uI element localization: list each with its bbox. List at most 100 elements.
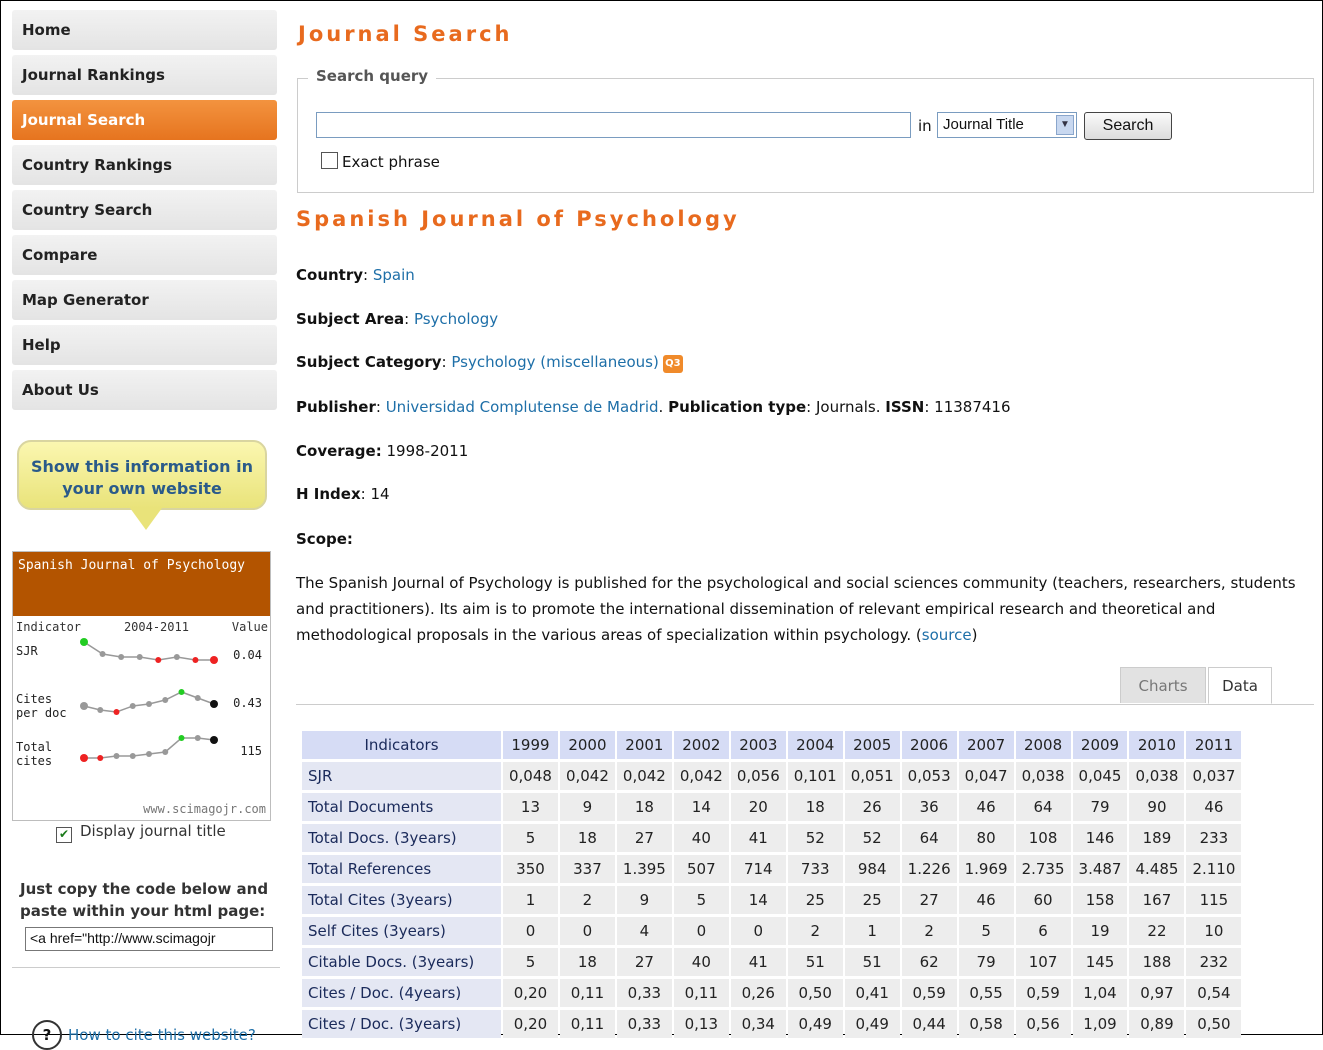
journal-title: Spanish Journal of Psychology: [296, 207, 740, 231]
copy-line-2: paste within your html page:: [20, 902, 266, 920]
table-cell: 1: [844, 917, 900, 945]
sparkline-point: [210, 656, 218, 664]
nav-item-help[interactable]: Help: [12, 325, 277, 365]
table-cell: 108: [1015, 824, 1071, 852]
table-header-year: 2008: [1015, 731, 1071, 759]
checkbox-checked-icon[interactable]: ✔: [56, 827, 72, 843]
table-cell: 22: [1129, 917, 1185, 945]
table-cell: 1.969: [958, 855, 1014, 883]
table-cell: 3.487: [1072, 855, 1128, 883]
nav-item-country-search[interactable]: Country Search: [12, 190, 277, 230]
nav-item-about-us[interactable]: About Us: [12, 370, 277, 410]
widget-footer: www.scimagojr.com: [143, 802, 266, 816]
table-cell: 0,50: [787, 979, 843, 1007]
table-header-year: 2003: [730, 731, 786, 759]
nav-item-home[interactable]: Home: [12, 10, 277, 50]
journal-widget[interactable]: Spanish Journal of Psychology Indicator …: [12, 551, 271, 821]
sidebar-divider: [12, 967, 280, 968]
widget-row: Total cites 115: [13, 730, 270, 778]
widget-row-label: SJR: [16, 644, 76, 658]
display-title-checkbox[interactable]: ✔ Display journal title: [56, 822, 226, 843]
embed-code-input[interactable]: <a href="http://www.scimagojr: [25, 927, 273, 951]
search-input[interactable]: [316, 112, 911, 138]
table-cell: 0,045: [1072, 762, 1128, 790]
page-title: Journal Search: [298, 22, 513, 46]
table-cell: 41: [730, 948, 786, 976]
table-cell: 0,042: [673, 762, 729, 790]
table-header-row: Indicators 1999 2000 2001 2002 2003 2004 2005 20…: [302, 731, 1242, 759]
publisher-link[interactable]: Universidad Complutense de Madrid: [386, 398, 659, 416]
table-cell: 79: [1072, 793, 1128, 821]
table-cell: 232: [1186, 948, 1242, 976]
table-cell: 0,042: [616, 762, 672, 790]
table-cell: 5: [503, 824, 558, 852]
nav-item-journal-rankings[interactable]: Journal Rankings: [12, 55, 277, 95]
how-to-cite-label[interactable]: How to cite this website?: [68, 1026, 256, 1044]
table-cell: 188: [1129, 948, 1185, 976]
table-cell: 115: [1186, 886, 1242, 914]
sparkline-point: [210, 736, 218, 744]
bubble-tail: [130, 508, 162, 530]
table-cell: 20: [730, 793, 786, 821]
table-cell: 984: [844, 855, 900, 883]
table-cell: 0,11: [559, 979, 615, 1007]
table-cell: 145: [1072, 948, 1128, 976]
tab-data[interactable]: Data: [1208, 667, 1272, 704]
sparkline-point: [99, 651, 106, 657]
subject-area-link[interactable]: Psychology: [414, 310, 498, 328]
sparkline: [80, 689, 218, 715]
embed-info-bubble[interactable]: Show this information in your own websit…: [17, 440, 267, 510]
table-cell: 14: [673, 793, 729, 821]
copy-line-1: Just copy the code below and: [20, 880, 269, 898]
table-cell: 0: [503, 917, 558, 945]
table-cell: 60: [1015, 886, 1071, 914]
table-row-label: Self Cites (3years): [302, 917, 501, 945]
table-cell: 0,97: [1129, 979, 1185, 1007]
table-cell: 189: [1129, 824, 1185, 852]
sparkline-point: [136, 654, 143, 660]
table-header-year: 2002: [673, 731, 729, 759]
table-cell: 27: [616, 824, 672, 852]
sparkline-point: [178, 689, 185, 695]
how-to-cite-link[interactable]: ? How to cite this website?: [32, 1020, 256, 1050]
table-cell: 0,54: [1186, 979, 1242, 1007]
exact-phrase-checkbox[interactable]: Exact phrase: [321, 152, 440, 171]
table-cell: 0,048: [503, 762, 558, 790]
nav-item-country-rankings[interactable]: Country Rankings: [12, 145, 277, 185]
table-cell: 167: [1129, 886, 1185, 914]
sparkline-point: [118, 654, 125, 660]
table-cell: 51: [787, 948, 843, 976]
table-cell: 0,047: [958, 762, 1014, 790]
sparkline-point: [194, 695, 201, 701]
table-cell: 18: [559, 824, 615, 852]
nav-item-journal-search[interactable]: Journal Search: [12, 100, 277, 140]
checkbox-unchecked-icon[interactable]: [321, 152, 338, 169]
widget-title: Spanish Journal of Psychology: [13, 552, 270, 616]
search-button[interactable]: Search: [1084, 112, 1172, 140]
table-header-year: 2010: [1129, 731, 1185, 759]
country-link[interactable]: Spain: [373, 266, 415, 284]
scope-source-link[interactable]: source: [922, 626, 972, 644]
table-cell: 0,20: [503, 979, 558, 1007]
table-row-label: Total References: [302, 855, 501, 883]
table-row-label: Total Cites (3years): [302, 886, 501, 914]
question-icon: ?: [32, 1020, 62, 1050]
tab-charts[interactable]: Charts: [1120, 667, 1206, 703]
subject-category-link[interactable]: Psychology (miscellaneous): [451, 353, 658, 371]
table-cell: 0,056: [730, 762, 786, 790]
table-row-label: Citable Docs. (3years): [302, 948, 501, 976]
sparkline-point: [113, 709, 120, 715]
issn-value: 11387416: [934, 398, 1011, 416]
sparkline-point: [80, 638, 88, 646]
table-cell: 0,038: [1129, 762, 1185, 790]
nav-item-compare[interactable]: Compare: [12, 235, 277, 275]
hindex-value: 14: [370, 485, 390, 503]
nav-item-map-generator[interactable]: Map Generator: [12, 280, 277, 320]
table-row-label: Total Documents: [302, 793, 501, 821]
chevron-down-icon[interactable]: ▼: [1056, 115, 1074, 135]
widget-col-indicator: Indicator: [16, 620, 82, 634]
table-header-year: 2001: [616, 731, 672, 759]
table-cell: 18: [787, 793, 843, 821]
table-cell: 36: [901, 793, 957, 821]
search-field-select[interactable]: Journal Title ▼: [937, 112, 1077, 138]
